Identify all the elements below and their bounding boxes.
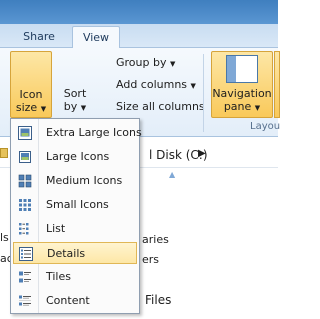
list-view-icon bbox=[19, 223, 29, 235]
chevron-right-icon[interactable]: ▶ bbox=[198, 148, 206, 159]
menu-item-label: Large Icons bbox=[46, 150, 110, 163]
ribbon-divider bbox=[203, 54, 204, 132]
sort-by-label-line1: Sort bbox=[63, 87, 87, 100]
title-bar bbox=[0, 0, 278, 24]
list-item[interactable]: aries bbox=[142, 233, 169, 246]
group-by-button[interactable]: Group by ▼ bbox=[116, 56, 175, 71]
chevron-down-icon: ▼ bbox=[80, 104, 87, 112]
sort-by-label-line2: by bbox=[63, 100, 78, 113]
add-columns-label: Add columns bbox=[116, 78, 188, 91]
menu-item-medium-icons[interactable]: Medium Icons bbox=[13, 170, 137, 192]
folder-icon bbox=[0, 148, 8, 158]
layout-group-label: Layou bbox=[250, 121, 281, 132]
medium-icons-icon bbox=[18, 174, 32, 188]
navigation-pane-label: Navigation pane ▼ bbox=[212, 87, 272, 115]
navigation-pane-label-line1: Navigation bbox=[212, 87, 272, 100]
nav-item[interactable]: ls bbox=[0, 231, 9, 244]
chevron-down-icon: ▼ bbox=[254, 104, 261, 112]
extra-large-icons-icon bbox=[18, 126, 32, 140]
ribbon-tabs: Share View bbox=[0, 24, 278, 49]
tab-share[interactable]: Share bbox=[10, 26, 68, 49]
chevron-down-icon: ▼ bbox=[40, 105, 47, 113]
navigation-pane-label-line2: pane bbox=[223, 100, 252, 113]
chevron-down-icon: ▼ bbox=[169, 60, 176, 68]
preview-pane-button[interactable] bbox=[274, 51, 280, 118]
icon-size-menu: Extra Large Icons Large Icons Medium Ico… bbox=[10, 118, 142, 314]
content-view-icon bbox=[19, 295, 31, 306]
small-icons-icon bbox=[19, 199, 31, 211]
sort-by-button[interactable]: Sort by ▼ bbox=[58, 51, 92, 118]
menu-item-small-icons[interactable]: Small Icons bbox=[13, 194, 137, 216]
menu-item-label: Tiles bbox=[46, 270, 71, 283]
menu-item-label: Content bbox=[46, 294, 90, 307]
icon-size-button[interactable]: Icon size ▼ bbox=[10, 51, 52, 118]
menu-item-label: Medium Icons bbox=[46, 174, 123, 187]
menu-item-details[interactable]: Details bbox=[13, 242, 137, 264]
icon-size-label-line2: size bbox=[15, 101, 38, 114]
large-icons-icon bbox=[19, 151, 31, 163]
group-by-label: Group by bbox=[116, 56, 167, 69]
sort-by-label: Sort by ▼ bbox=[58, 87, 92, 115]
icon-size-label-line1: Icon bbox=[19, 88, 43, 101]
tiles-view-icon bbox=[19, 271, 31, 283]
menu-item-tiles[interactable]: Tiles bbox=[13, 266, 137, 288]
size-all-columns-button[interactable]: Size all columns bbox=[116, 100, 205, 114]
menu-item-extra-large-icons[interactable]: Extra Large Icons bbox=[13, 122, 142, 144]
sort-up-icon: ▲ bbox=[169, 170, 176, 179]
chevron-down-icon: ▼ bbox=[190, 82, 196, 90]
menu-item-label: Small Icons bbox=[46, 198, 109, 211]
menu-item-label: Details bbox=[47, 247, 86, 260]
size-all-columns-label: Size all columns bbox=[116, 100, 205, 113]
menu-item-label: Extra Large Icons bbox=[46, 126, 142, 139]
menu-item-label: List bbox=[46, 222, 66, 235]
menu-item-content[interactable]: Content bbox=[13, 290, 137, 312]
menu-item-list[interactable]: List bbox=[13, 218, 137, 240]
details-view-icon bbox=[19, 247, 33, 261]
add-columns-button[interactable]: Add columns ▼ bbox=[116, 78, 196, 93]
list-item[interactable]: Files bbox=[145, 293, 171, 307]
tab-view[interactable]: View bbox=[72, 26, 120, 49]
icon-size-label: Icon size ▼ bbox=[11, 88, 51, 116]
list-item[interactable]: ers bbox=[142, 253, 159, 266]
navigation-pane-icon bbox=[226, 55, 258, 83]
menu-item-large-icons[interactable]: Large Icons bbox=[13, 146, 137, 168]
navigation-pane-button[interactable]: Navigation pane ▼ bbox=[211, 51, 273, 118]
